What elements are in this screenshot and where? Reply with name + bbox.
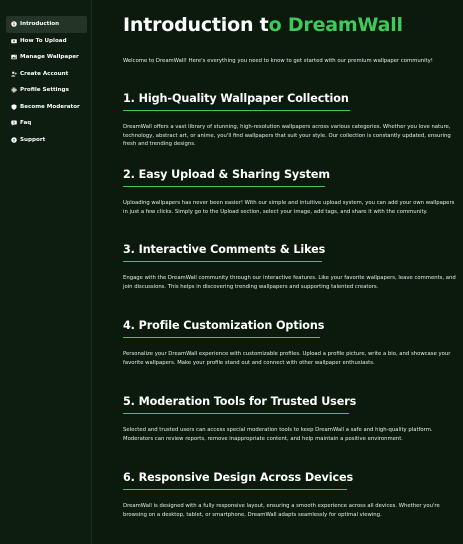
sidebar-nav: Introduction How To Upload Manage Wallpa…	[0, 0, 92, 544]
sidebar-item-label: How To Upload	[20, 37, 67, 44]
section-upload-sharing: 2. Easy Upload & Sharing System Uploadin…	[123, 168, 457, 216]
svg-text:?: ?	[13, 121, 15, 125]
section-body: Selected and trusted users can access sp…	[123, 427, 433, 442]
sidebar-item-label: Support	[20, 136, 46, 143]
section-heading: 6. Responsive Design Across Devices	[123, 471, 354, 484]
upload-icon	[11, 38, 17, 44]
section-heading: 3. Interactive Comments & Likes	[123, 243, 326, 256]
sidebar-item-label: Introduction	[20, 21, 60, 28]
section-moderation-tools: 5. Moderation Tools for Trusted Users Se…	[123, 395, 457, 443]
sidebar-item-support[interactable]: ? Support	[6, 132, 87, 149]
section-heading: 1. High-Quality Wallpaper Collection	[123, 92, 349, 105]
sidebar-item-introduction[interactable]: Introduction	[6, 16, 87, 33]
sidebar-item-label: Faq	[20, 120, 32, 127]
sidebar-item-manage-wallpaper[interactable]: Manage Wallpaper	[6, 49, 87, 66]
image-icon	[11, 54, 17, 60]
sidebar-item-label: Profile Settings	[20, 87, 69, 94]
help-circle-icon: ?	[11, 137, 17, 143]
main-content: Introduction to DreamWall Welcome to Dre…	[123, 0, 458, 544]
page-title-accent: o DreamWall	[268, 14, 403, 36]
section-divider	[123, 413, 349, 414]
section-divider	[123, 337, 320, 338]
gear-icon	[11, 87, 17, 93]
sidebar-item-how-to-upload[interactable]: How To Upload	[6, 33, 87, 50]
section-divider	[123, 186, 325, 187]
section-comments-likes: 3. Interactive Comments & Likes Engage w…	[123, 243, 457, 291]
page-title: Introduction to DreamWall	[123, 14, 403, 36]
section-body: Uploading wallpapers has never been easi…	[123, 200, 455, 215]
sidebar-item-label: Create Account	[20, 70, 69, 77]
page-title-prefix: Introduction t	[123, 14, 269, 36]
sidebar-item-profile-settings[interactable]: Profile Settings	[6, 82, 87, 99]
sidebar-item-create-account[interactable]: Create Account	[6, 66, 87, 83]
section-body: Personalize your DreamWall experience wi…	[123, 351, 451, 366]
section-heading: 4. Profile Customization Options	[123, 319, 325, 332]
user-plus-icon	[11, 71, 17, 77]
svg-text:?: ?	[13, 138, 15, 142]
section-body: DreamWall is designed with a fully respo…	[123, 503, 440, 518]
page: Introduction How To Upload Manage Wallpa…	[0, 0, 463, 544]
sidebar-item-label: Become Moderator	[20, 103, 80, 110]
intro-text: Welcome to DreamWall! Here's everything …	[123, 58, 433, 64]
section-heading: 5. Moderation Tools for Trusted Users	[123, 395, 357, 408]
sidebar-item-label: Manage Wallpaper	[20, 54, 79, 61]
section-divider	[123, 110, 350, 111]
sidebar-item-faq[interactable]: ? Faq	[6, 115, 87, 132]
section-heading: 2. Easy Upload & Sharing System	[123, 168, 330, 181]
section-divider	[123, 261, 322, 262]
section-body: DreamWall offers a vast library of stunn…	[123, 124, 451, 148]
section-high-quality-collection: 1. High-Quality Wallpaper Collection Dre…	[123, 92, 457, 149]
info-icon	[11, 21, 17, 27]
section-body: Engage with the DreamWall community thro…	[123, 275, 456, 290]
section-divider	[123, 489, 347, 490]
question-icon: ?	[11, 120, 17, 126]
shield-icon	[11, 104, 17, 110]
section-profile-customization: 4. Profile Customization Options Persona…	[123, 319, 457, 367]
sidebar-item-become-moderator[interactable]: Become Moderator	[6, 99, 87, 116]
section-responsive-design: 6. Responsive Design Across Devices Drea…	[123, 471, 457, 519]
